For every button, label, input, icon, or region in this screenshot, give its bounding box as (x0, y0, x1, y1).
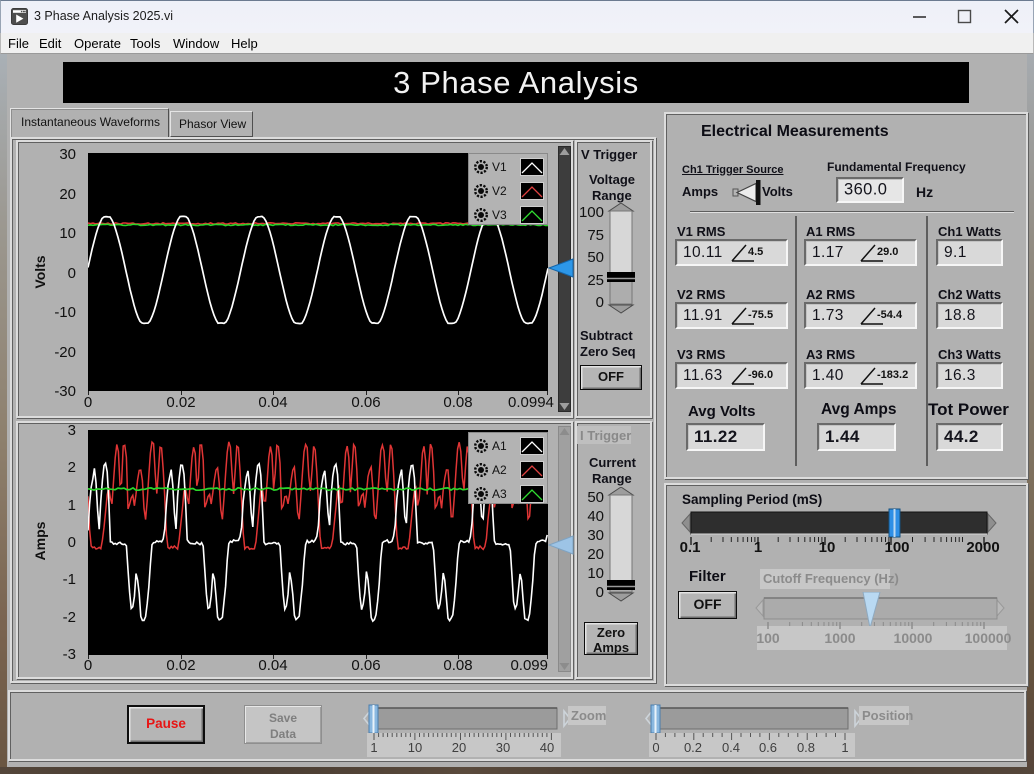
svg-text:-75.5: -75.5 (748, 309, 773, 321)
svg-text:4.5: 4.5 (748, 246, 763, 258)
svg-text:-96.0: -96.0 (748, 369, 773, 381)
svg-text:-54.4: -54.4 (877, 309, 903, 321)
svg-text:-183.2: -183.2 (877, 369, 908, 381)
svg-text:29.0: 29.0 (877, 246, 898, 258)
